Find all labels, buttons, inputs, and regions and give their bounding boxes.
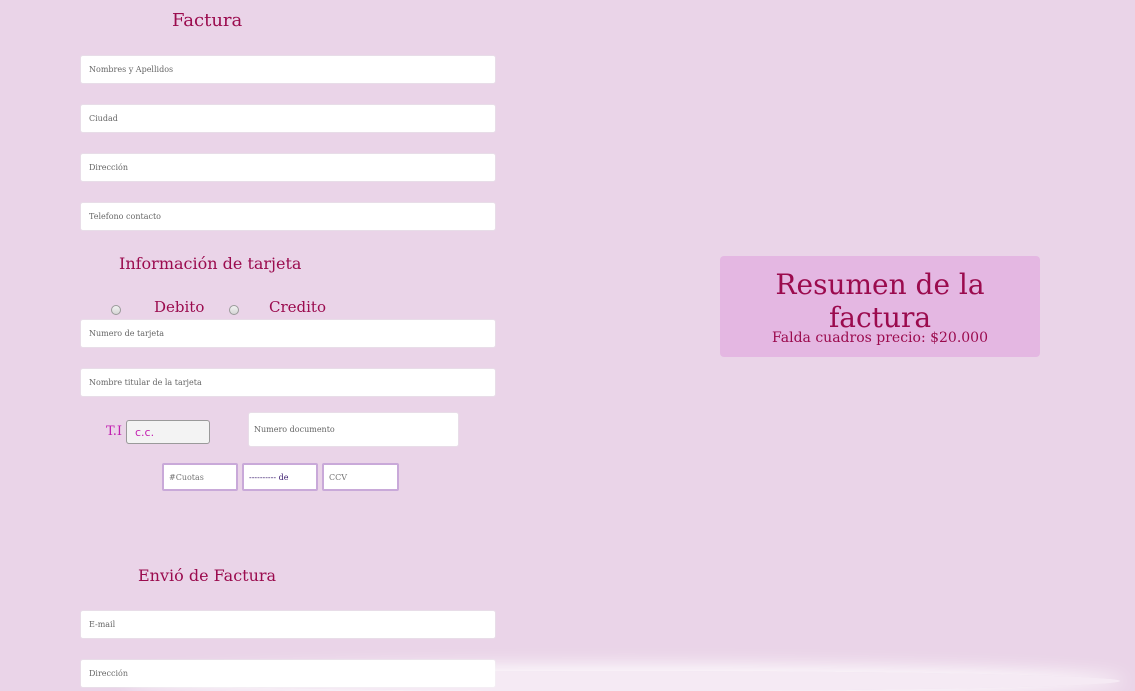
- radio-debito[interactable]: [111, 305, 121, 315]
- numero-tarjeta-field[interactable]: [80, 319, 496, 348]
- telefono-field[interactable]: [80, 202, 496, 231]
- numero-tarjeta-input[interactable]: [89, 329, 487, 338]
- telefono-input[interactable]: [89, 212, 487, 221]
- cuotas-field[interactable]: [162, 463, 238, 491]
- radio-credito-label: Credito: [269, 298, 326, 316]
- radio-debito-label: Debito: [154, 298, 205, 316]
- titular-input[interactable]: [89, 378, 487, 387]
- ciudad-field[interactable]: [80, 104, 496, 133]
- cuotas-input[interactable]: [169, 472, 231, 482]
- factura-title: Factura: [172, 10, 243, 31]
- doc-type-select[interactable]: c.c.: [126, 420, 210, 444]
- nombres-input[interactable]: [89, 65, 487, 74]
- ccv-input[interactable]: [329, 472, 392, 482]
- summary-title: Resumen de la factura: [775, 268, 985, 334]
- nombres-field[interactable]: [80, 55, 496, 84]
- radio-credito[interactable]: [229, 305, 239, 315]
- numero-documento-input[interactable]: [254, 425, 453, 434]
- titular-field[interactable]: [80, 368, 496, 397]
- envio-title: Envió de Factura: [138, 566, 277, 585]
- direccion-field[interactable]: [80, 153, 496, 182]
- ti-label: T.I: [106, 424, 123, 439]
- ccv-field[interactable]: [322, 463, 399, 491]
- ciudad-input[interactable]: [89, 114, 487, 123]
- numero-documento-field[interactable]: [248, 412, 459, 447]
- direccion-input[interactable]: [89, 163, 487, 172]
- tarjeta-title: Información de tarjeta: [119, 254, 302, 273]
- bottom-glow: [130, 671, 1120, 691]
- email-field[interactable]: [80, 610, 496, 639]
- fecha-field[interactable]: ---------- de: [242, 463, 318, 491]
- email-input[interactable]: [89, 620, 487, 629]
- summary-line: Falda cuadros precio: $20.000: [771, 330, 988, 346]
- summary-panel: Resumen de la factura Falda cuadros prec…: [720, 256, 1040, 357]
- fecha-value: ---------- de: [249, 472, 289, 482]
- doc-type-value: c.c.: [135, 425, 155, 439]
